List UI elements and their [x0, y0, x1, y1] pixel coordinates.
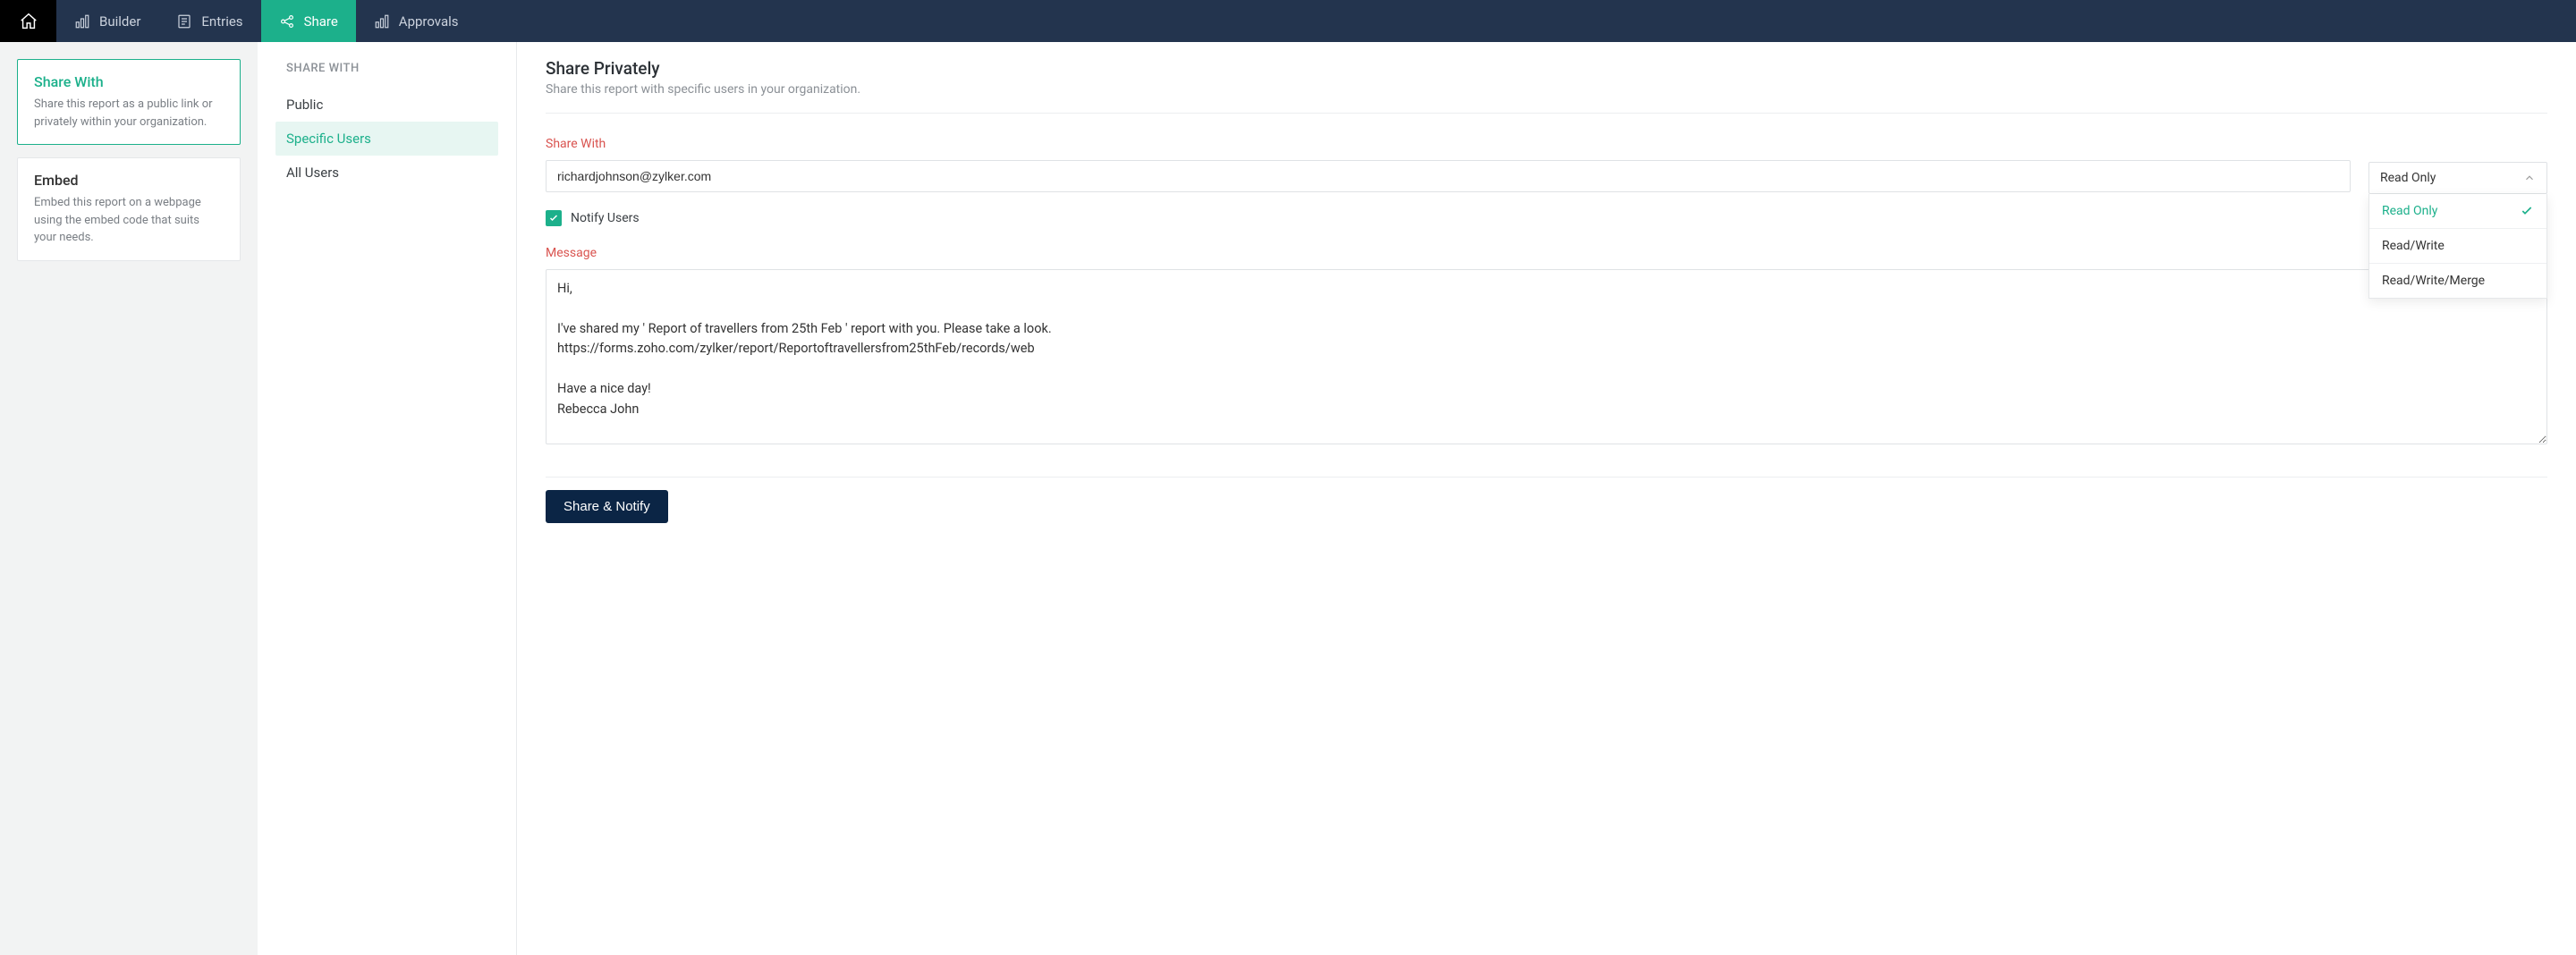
- share-with-input[interactable]: [546, 160, 2351, 192]
- message-label: Message: [546, 246, 2547, 260]
- tab-share[interactable]: Share: [261, 0, 356, 42]
- card-embed-title: Embed: [34, 172, 224, 189]
- tab-approvals[interactable]: Approvals: [356, 0, 477, 42]
- left-panel: Share With Share this report as a public…: [0, 42, 258, 955]
- menu-all-users[interactable]: All Users: [275, 156, 498, 190]
- approvals-icon: [374, 13, 390, 30]
- menu-public[interactable]: Public: [275, 88, 498, 122]
- notify-users-checkbox[interactable]: [546, 210, 562, 226]
- card-share-with-title: Share With: [34, 73, 224, 90]
- card-share-with[interactable]: Share With Share this report as a public…: [17, 59, 241, 145]
- share-with-menu: SHARE WITH Public Specific Users All Use…: [258, 42, 517, 955]
- page-title: Share Privately: [546, 58, 2547, 79]
- divider: [546, 477, 2547, 478]
- tab-builder[interactable]: Builder: [56, 0, 158, 42]
- tab-share-label: Share: [304, 13, 338, 30]
- card-embed-desc: Embed this report on a webpage using the…: [34, 194, 224, 247]
- home-button[interactable]: [0, 0, 56, 42]
- permission-selected-label: Read Only: [2380, 171, 2436, 185]
- share-with-label: Share With: [546, 137, 2351, 151]
- entries-icon: [176, 13, 192, 30]
- nav-tabs: Builder Entries Share Approvals: [56, 0, 477, 42]
- main-content: Share Privately Share this report with s…: [517, 42, 2576, 955]
- option-read-write[interactable]: Read/Write: [2369, 229, 2546, 264]
- message-textarea[interactable]: [546, 269, 2547, 444]
- option-read-write-label: Read/Write: [2382, 239, 2445, 253]
- menu-specific-users[interactable]: Specific Users: [275, 122, 498, 156]
- tab-builder-label: Builder: [99, 13, 140, 30]
- builder-icon: [74, 13, 90, 30]
- tab-entries[interactable]: Entries: [158, 0, 260, 42]
- divider: [546, 113, 2547, 114]
- share-notify-button[interactable]: Share & Notify: [546, 490, 668, 523]
- option-read-write-merge-label: Read/Write/Merge: [2382, 274, 2485, 288]
- option-read-write-merge[interactable]: Read/Write/Merge: [2369, 264, 2546, 298]
- card-embed[interactable]: Embed Embed this report on a webpage usi…: [17, 157, 241, 261]
- card-share-with-desc: Share this report as a public link or pr…: [34, 96, 224, 131]
- tab-entries-label: Entries: [201, 13, 242, 30]
- tab-approvals-label: Approvals: [399, 13, 459, 30]
- checkmark-icon: [548, 213, 559, 224]
- home-icon: [19, 12, 38, 31]
- check-icon: [2520, 204, 2534, 218]
- notify-users-label: Notify Users: [571, 211, 640, 225]
- page-subtitle: Share this report with specific users in…: [546, 82, 2547, 97]
- permission-select[interactable]: Read Only: [2368, 162, 2547, 194]
- topbar: Builder Entries Share Approvals: [0, 0, 2576, 42]
- chevron-up-icon: [2523, 172, 2536, 184]
- share-with-heading: SHARE WITH: [258, 62, 516, 88]
- option-read-only-label: Read Only: [2382, 204, 2437, 218]
- option-read-only[interactable]: Read Only: [2369, 194, 2546, 229]
- share-icon: [279, 13, 295, 30]
- permission-dropdown: Read Only Read/Write Read/Write/Merge: [2368, 194, 2547, 299]
